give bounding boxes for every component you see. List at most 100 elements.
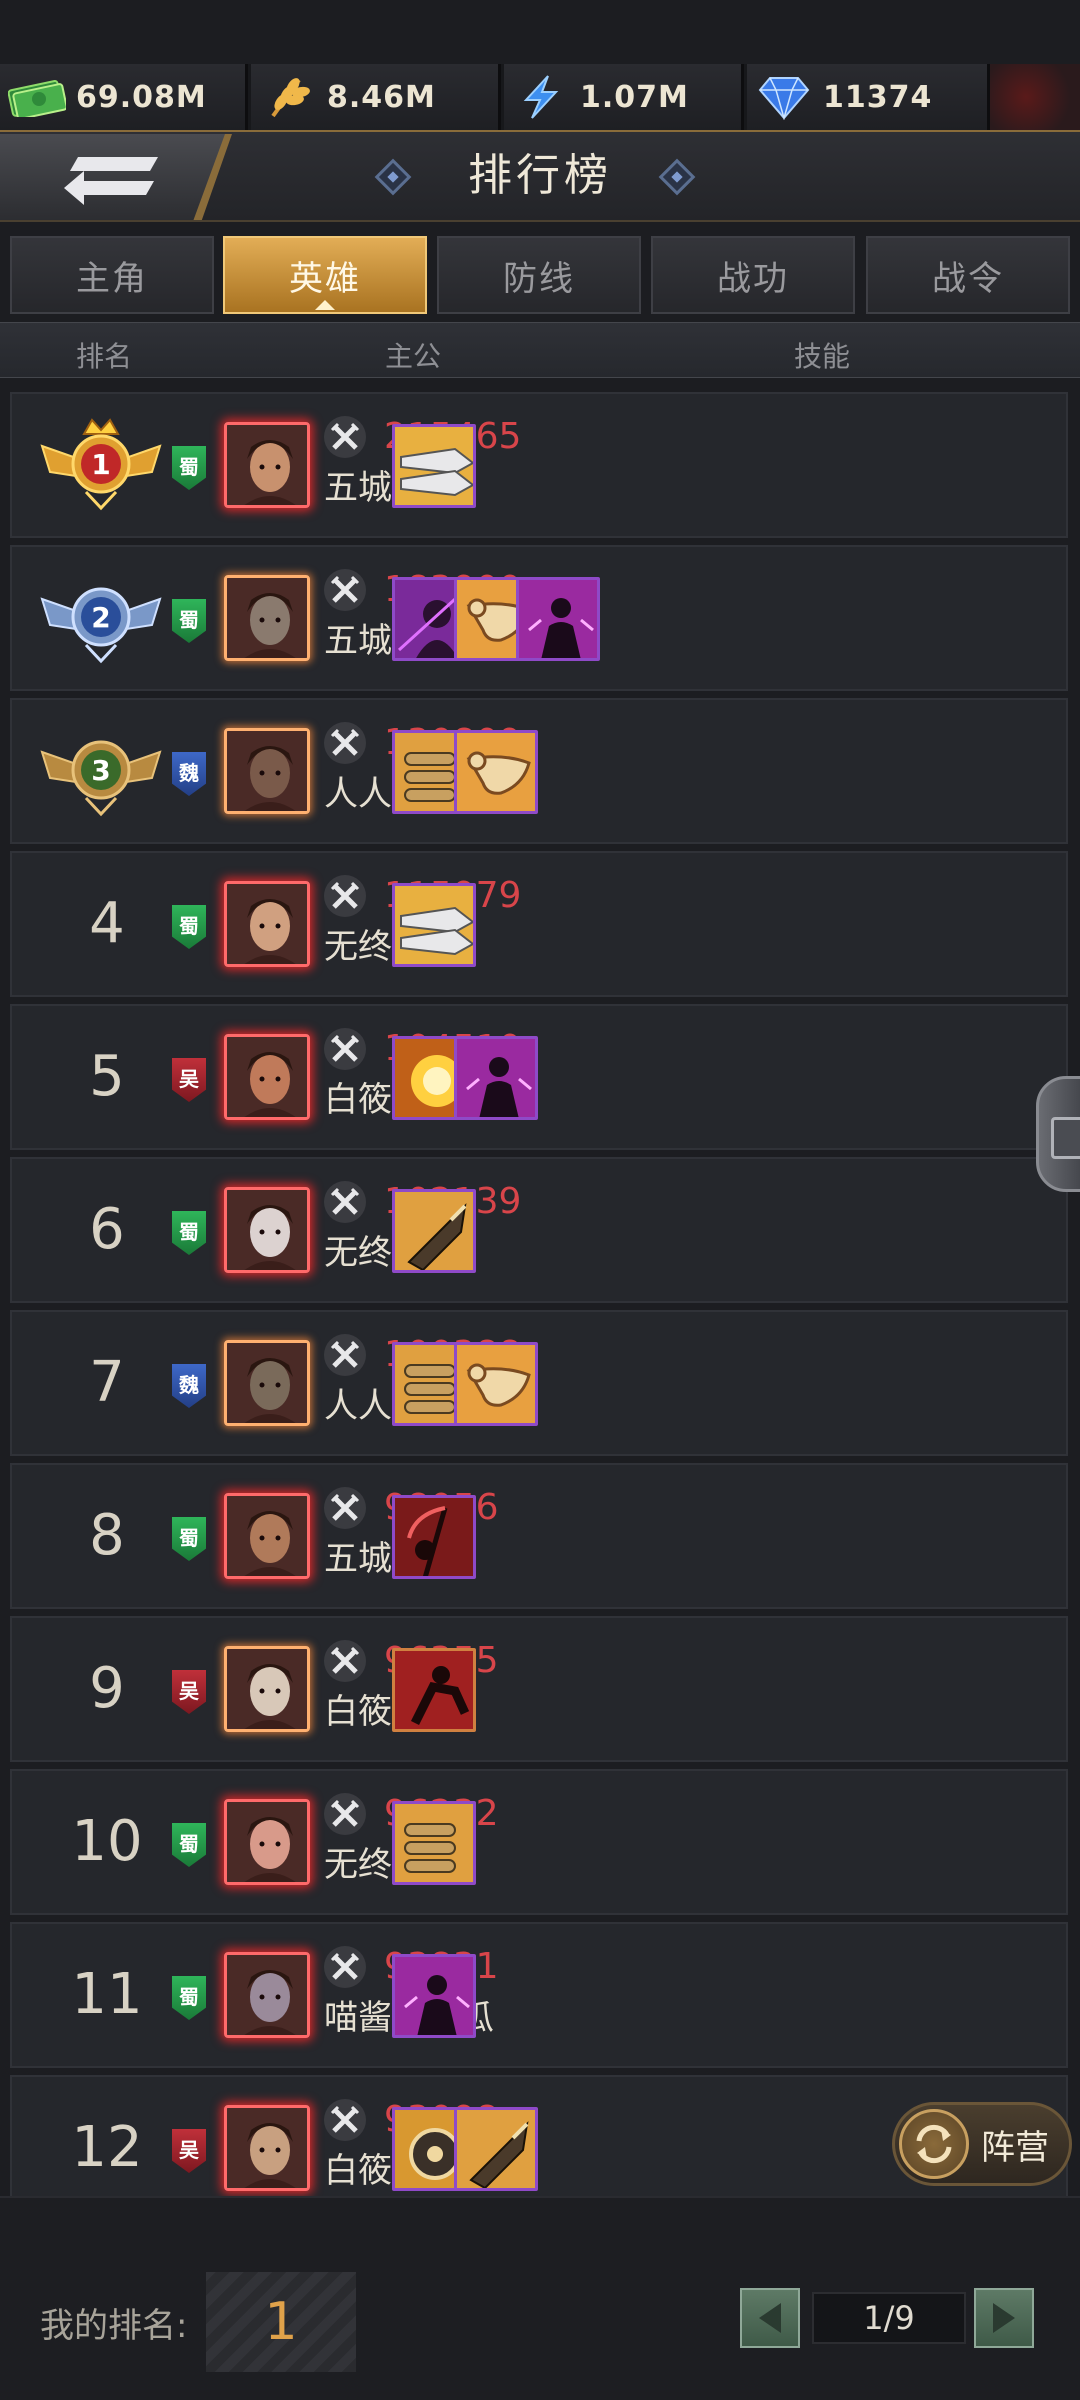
energy-icon [510,72,572,122]
hero-avatar[interactable] [224,1646,310,1732]
rank-number: 8 [89,1503,125,1568]
rank-number: 5 [89,1044,125,1109]
rank-number: 7 [89,1350,125,1415]
power-icon [324,1181,366,1223]
resource-bar: 69.08M 8.46M 1.07M 11374 [0,64,1080,130]
camp-button[interactable]: 阵营 [892,2102,1072,2186]
shell-skill-icon[interactable] [392,1189,476,1273]
ranking-tabs: 主角 英雄 防线 战功 战令 [10,236,1070,314]
faction-badge: 魏 [172,1364,206,1408]
power-icon [324,2099,366,2141]
hero-avatar[interactable] [224,1799,310,1885]
faction-badge: 蜀 [172,1823,206,1867]
ranking-row[interactable]: 5吴104510白筱筱丶 [10,1004,1068,1150]
cash-resource[interactable]: 69.08M [0,64,248,130]
rage-skill-icon[interactable] [392,1954,476,2038]
horn-skill-icon[interactable] [454,1342,538,1426]
rage-skill-icon[interactable] [516,577,600,661]
medal-rank-text: 1 [91,448,110,481]
wheat-icon [257,72,319,122]
rank-number: 10 [71,1809,143,1874]
hero-avatar[interactable] [224,575,310,661]
column-header: 排名 主公 技能 [0,322,1080,378]
tab-defense[interactable]: 防线 [437,236,641,314]
arrow-left-icon [759,2303,781,2333]
ranking-row[interactable]: 6蜀102139无终大楚 [10,1157,1068,1303]
ranking-row[interactable]: 3魏130809人人人 [10,698,1068,844]
ranking-row[interactable]: 2蜀183900五城孟守 [10,545,1068,691]
rank-medal-icon: 2 [40,587,162,664]
side-panel-handle[interactable] [1036,1076,1080,1192]
camp-button-label: 阵营 [981,2127,1049,2168]
faction-badge: 吴 [172,1058,206,1102]
diamond-resource[interactable]: 11374 [747,64,990,130]
tab-merit[interactable]: 战功 [651,236,855,314]
hero-avatar[interactable] [224,1493,310,1579]
power-icon [324,1334,366,1376]
hero-avatar[interactable] [224,728,310,814]
rank-medal-icon: 1 [40,418,162,511]
power-icon [324,416,366,458]
hero-avatar[interactable] [224,881,310,967]
tab-heroes[interactable]: 英雄 [223,236,427,314]
hero-avatar[interactable] [224,422,310,508]
prev-page-button[interactable] [740,2288,800,2348]
faction-badge: 蜀 [172,1211,206,1255]
ranking-row[interactable]: 8蜀98056五城孟守 [10,1463,1068,1609]
faction-badge: 蜀 [172,1976,206,2020]
footer-bar: 我的排名: 1 1/9 [0,2196,1080,2400]
rank-number: 4 [89,891,125,956]
tab-protagonist[interactable]: 主角 [10,236,214,314]
medal-rank-text: 2 [91,601,110,634]
power-icon [324,1793,366,1835]
tab-battle-pass[interactable]: 战令 [866,236,1070,314]
faction-badge: 蜀 [172,599,206,643]
energy-resource[interactable]: 1.07M [504,64,744,130]
faction-badge: 蜀 [172,446,206,490]
refresh-icon [899,2109,969,2179]
hero-avatar[interactable] [224,1340,310,1426]
ranking-row[interactable]: 4蜀115979无终大楚 [10,851,1068,997]
fighter-skill-icon[interactable] [392,1648,476,1732]
faction-badge: 魏 [172,752,206,796]
rank-number: 12 [71,2115,143,2180]
power-icon [324,722,366,764]
power-icon [324,1946,366,1988]
hero-avatar[interactable] [224,1034,310,1120]
shell-skill-icon[interactable] [454,2107,538,2191]
ranking-row[interactable]: 10蜀96232无终大楚 [10,1769,1068,1915]
ranking-row[interactable]: 7魏100388人人人 [10,1310,1068,1456]
next-page-button[interactable] [974,2288,1034,2348]
faction-badge: 吴 [172,1670,206,1714]
scythe-skill-icon[interactable] [392,1495,476,1579]
column-skills: 技能 [794,340,851,373]
ranking-row[interactable]: 1蜀215465五城孟守 [10,392,1068,538]
blade-skill-icon[interactable] [392,424,476,508]
my-rank-value: 1 [206,2272,356,2372]
ranking-row[interactable]: 9吴96355白筱筱丶 [10,1616,1068,1762]
hero-avatar[interactable] [224,2105,310,2191]
blade-skill-icon[interactable] [392,883,476,967]
rage-skill-icon[interactable] [454,1036,538,1120]
faction-badge: 蜀 [172,905,206,949]
rank-number: 6 [89,1197,125,1262]
power-icon [324,1487,366,1529]
rank-number: 11 [71,1962,143,2027]
hero-avatar[interactable] [224,1952,310,2038]
diamond-icon [753,72,815,122]
medal-rank-text: 3 [91,754,110,787]
column-lord: 主公 [385,340,442,373]
page-title: 排行榜 [468,150,612,201]
ranking-row[interactable]: 11蜀93831喵酱吃西瓜 [10,1922,1068,2068]
power-icon [324,1640,366,1682]
bullets-skill-icon[interactable] [392,1801,476,1885]
hero-avatar[interactable] [224,1187,310,1273]
power-icon [324,1028,366,1070]
arrow-right-icon [993,2303,1015,2333]
page-indicator: 1/9 [812,2292,966,2344]
resource-bar-end [990,64,1080,130]
column-rank: 排名 [76,340,133,373]
wheat-resource[interactable]: 8.46M [251,64,501,130]
rank-medal-icon: 3 [40,740,162,817]
horn-skill-icon[interactable] [454,730,538,814]
